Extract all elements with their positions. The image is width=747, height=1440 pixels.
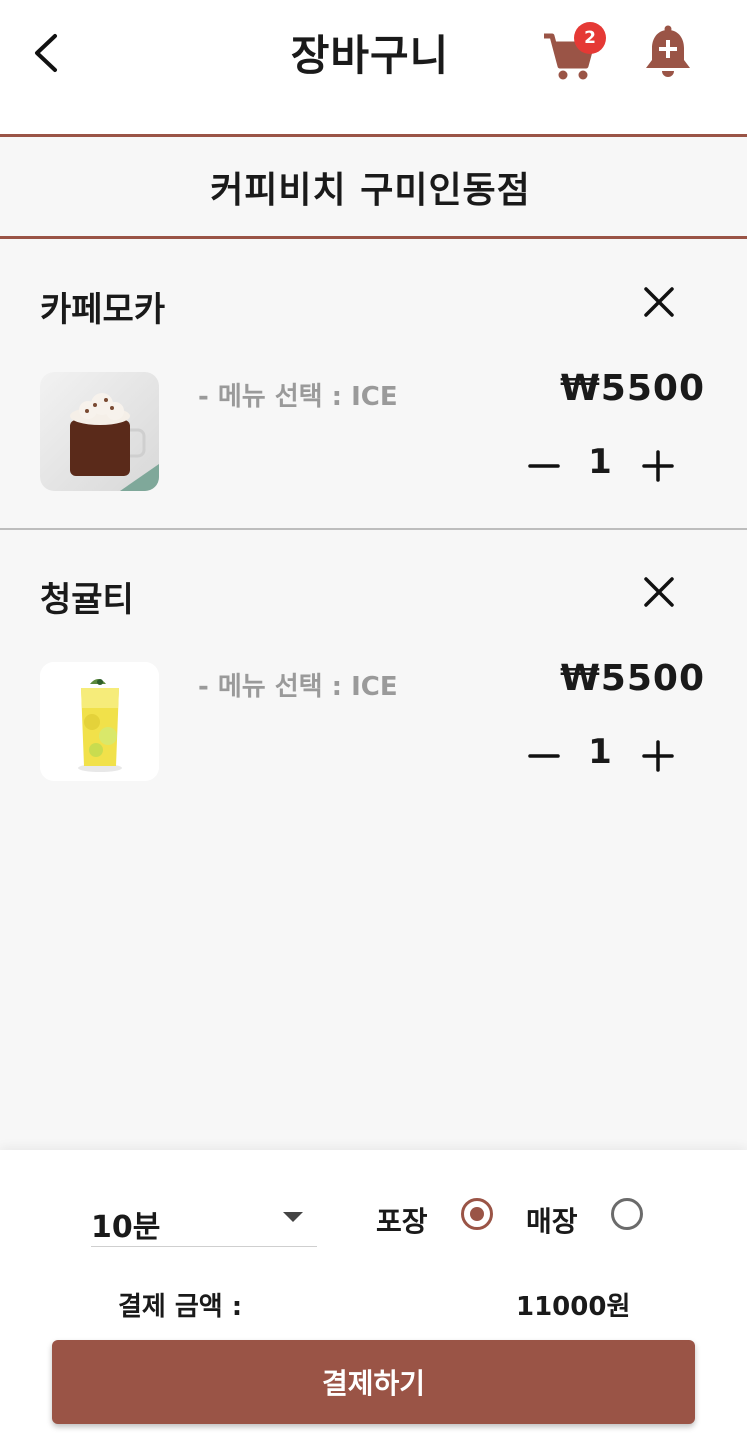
cart-item: 청귤티 - 메뉴 선택 : ICE ₩5500 1 xyxy=(0,530,747,818)
quantity-decrease-button[interactable] xyxy=(524,736,564,776)
dinein-radio[interactable] xyxy=(611,1198,643,1230)
minus-icon xyxy=(528,754,560,758)
notification-button[interactable] xyxy=(640,24,696,82)
store-name: 커피비치 구미인동점 xyxy=(210,169,531,211)
item-name: 청귤티 xyxy=(40,580,134,620)
takeout-radio[interactable] xyxy=(461,1198,493,1230)
total-amount: 11000원 xyxy=(516,1292,631,1322)
cart-count-badge: 2 xyxy=(574,22,606,54)
pay-button[interactable]: 결제하기 xyxy=(52,1340,695,1424)
quantity-increase-button[interactable] xyxy=(638,736,678,776)
item-option: - 메뉴 선택 : ICE xyxy=(198,672,398,702)
plus-icon xyxy=(642,450,674,482)
remove-item-button[interactable] xyxy=(637,280,681,324)
pickup-time-select[interactable]: 10분 xyxy=(91,1190,317,1247)
pickup-time-value: 10분 xyxy=(91,1210,161,1245)
close-icon xyxy=(644,287,674,317)
bell-plus-icon xyxy=(646,25,690,77)
item-name: 카페모카 xyxy=(40,290,166,330)
quantity-value: 1 xyxy=(588,442,612,482)
green-tangerine-tea-image xyxy=(40,662,159,781)
total-label: 결제 금액 : xyxy=(118,1292,243,1322)
page-title: 장바구니 xyxy=(290,31,450,80)
quantity-decrease-button[interactable] xyxy=(524,446,564,486)
takeout-label: 포장 xyxy=(376,1205,428,1238)
order-panel: 10분 포장 매장 결제 금액 : 11000원 결제하기 xyxy=(0,1150,747,1440)
item-image xyxy=(40,372,159,491)
dropdown-arrow-icon xyxy=(283,1212,303,1222)
quantity-value: 1 xyxy=(588,732,612,772)
cafe-mocha-image xyxy=(40,372,159,491)
item-price: ₩5500 xyxy=(560,368,705,409)
quantity-increase-button[interactable] xyxy=(638,446,678,486)
cart-item: 카페모카 - 메뉴 선택 : ICE ₩5500 1 xyxy=(0,240,747,530)
minus-icon xyxy=(528,464,560,468)
app-header: 장바구니 2 xyxy=(0,0,747,137)
plus-icon xyxy=(642,740,674,772)
item-price: ₩5500 xyxy=(560,658,705,699)
item-image xyxy=(40,662,159,781)
dinein-label: 매장 xyxy=(526,1205,578,1238)
store-bar: 커피비치 구미인동점 xyxy=(0,137,747,239)
close-icon xyxy=(644,577,674,607)
remove-item-button[interactable] xyxy=(637,570,681,614)
item-option: - 메뉴 선택 : ICE xyxy=(198,382,398,412)
cart-button[interactable]: 2 xyxy=(540,22,606,82)
